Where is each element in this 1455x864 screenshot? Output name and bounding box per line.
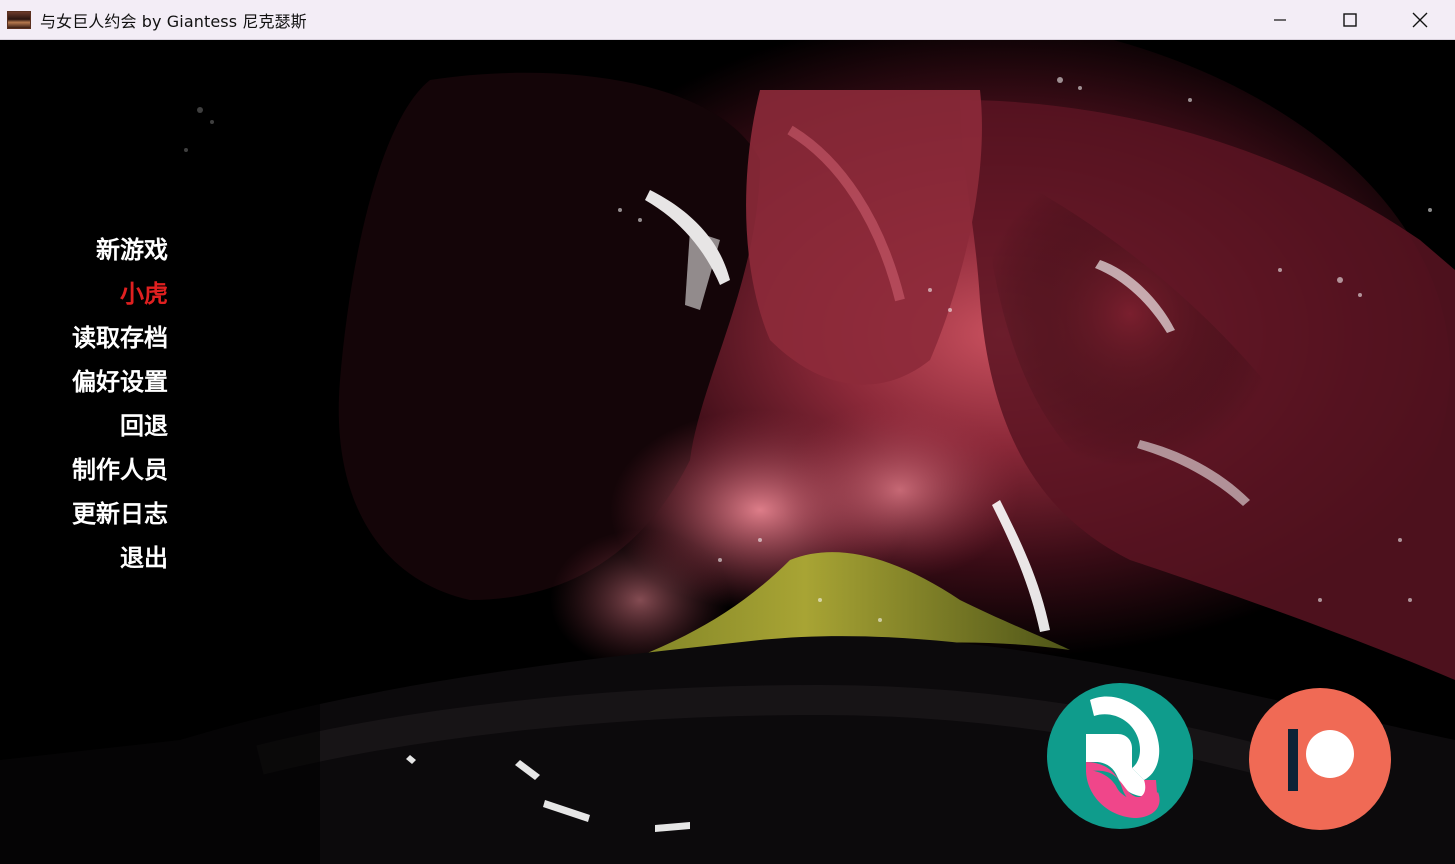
menu-item-new-game[interactable]: 新游戏: [96, 228, 168, 272]
window-title: 与女巨人约会 by Giantess 尼克瑟斯: [40, 11, 307, 31]
subscribestar-button[interactable]: [1046, 682, 1194, 830]
window-title-bar: 与女巨人约会 by Giantess 尼克瑟斯: [0, 0, 1455, 40]
menu-item-xiaohu[interactable]: 小虎: [120, 272, 168, 316]
menu-item-load-save[interactable]: 读取存档: [72, 316, 168, 360]
window-controls: [1245, 0, 1455, 39]
game-screen[interactable]: 新游戏 小虎 读取存档 偏好设置 回退 制作人员 更新日志 退出: [0, 40, 1455, 864]
main-menu: 新游戏 小虎 读取存档 偏好设置 回退 制作人员 更新日志 退出: [0, 228, 168, 580]
menu-item-credits[interactable]: 制作人员: [72, 448, 168, 492]
menu-item-preferences[interactable]: 偏好设置: [72, 360, 168, 404]
menu-item-changelog[interactable]: 更新日志: [72, 492, 168, 536]
patreon-button[interactable]: [1248, 687, 1392, 831]
maximize-button[interactable]: [1315, 0, 1385, 39]
subscribestar-icon: [1047, 683, 1193, 829]
minimize-button[interactable]: [1245, 0, 1315, 39]
close-button[interactable]: [1385, 0, 1455, 39]
patreon-icon: [1249, 688, 1391, 830]
close-icon: [1412, 12, 1428, 27]
menu-item-rollback[interactable]: 回退: [120, 404, 168, 448]
maximize-icon: [1343, 12, 1357, 27]
menu-item-quit[interactable]: 退出: [120, 536, 168, 580]
main-menu-background-art: [0, 40, 1455, 864]
minimize-icon: [1274, 18, 1286, 21]
game-thumbnail-icon: [7, 10, 31, 29]
